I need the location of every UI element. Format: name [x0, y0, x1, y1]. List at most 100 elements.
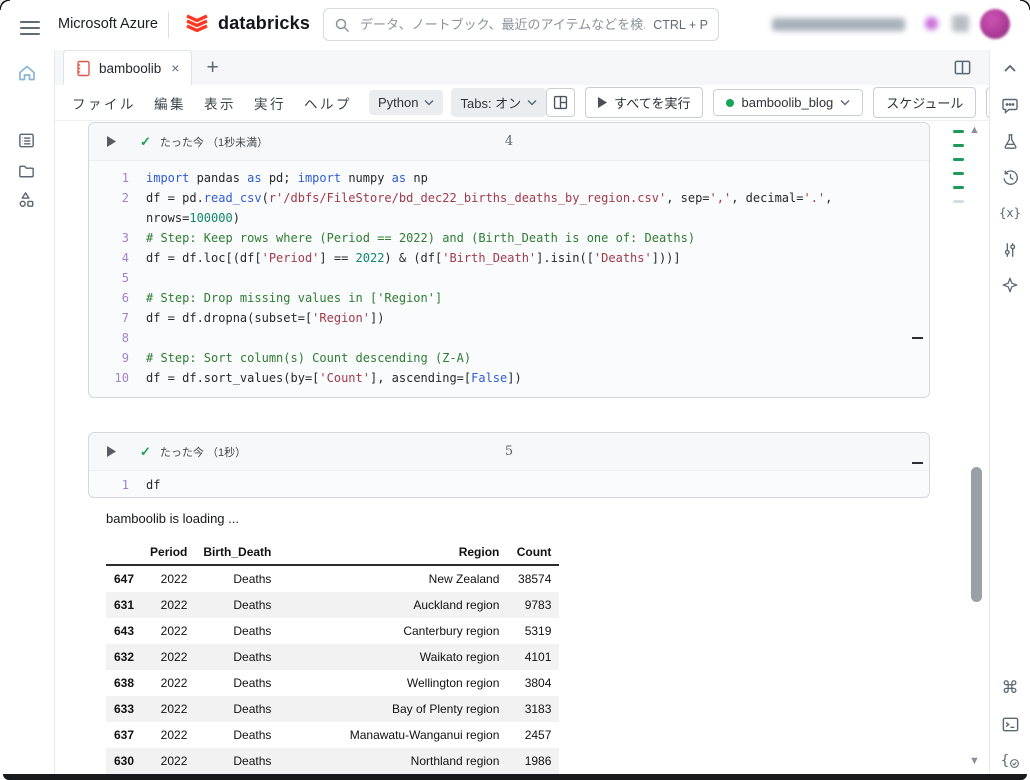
table-cell: 647: [106, 565, 142, 592]
table-cell: 632: [106, 644, 142, 670]
contents-list-icon[interactable]: [17, 131, 37, 151]
folder-icon[interactable]: [17, 162, 37, 182]
schedule-label: スケジュール: [886, 93, 963, 112]
table-cell: 2457: [507, 722, 559, 748]
menu-run[interactable]: 実行: [245, 88, 295, 118]
notebook-tab[interactable]: bamboolib ×: [63, 50, 192, 86]
collapse-chevron-icon[interactable]: [1000, 58, 1020, 78]
apps-icon-blurred[interactable]: [952, 15, 969, 32]
global-search[interactable]: CTRL + P: [323, 8, 719, 41]
table-cell: Deaths: [195, 670, 279, 696]
avatar[interactable]: [980, 9, 1010, 39]
run-all-label: すべてを実行: [614, 93, 690, 112]
code-line[interactable]: 1df: [89, 475, 929, 495]
comments-icon[interactable]: [1000, 96, 1020, 116]
line-number: [89, 208, 129, 228]
minimap-marker: [953, 130, 964, 133]
status-icon-blurred[interactable]: [925, 17, 938, 30]
bamboolib-loading-text: bamboolib is loading ...: [106, 511, 559, 526]
table-cell: Northland region: [279, 748, 507, 774]
catalog-icon[interactable]: [17, 190, 37, 210]
code-line[interactable]: 2df = pd.read_csv(r'/dbfs/FileStore/bd_d…: [89, 188, 929, 208]
databricks-logo[interactable]: databricks: [184, 10, 310, 36]
code-line[interactable]: nrows=100000): [89, 208, 929, 228]
version-history-icon[interactable]: [1000, 167, 1020, 187]
code-editor[interactable]: 1import pandas as pd; import numpy as np…: [89, 161, 929, 397]
new-tab-button[interactable]: +: [206, 57, 218, 78]
variables-icon[interactable]: {x}: [1000, 203, 1020, 223]
line-number: 3: [89, 228, 129, 248]
assistant-sparkle-icon[interactable]: [1000, 275, 1020, 295]
workspace-switcher-blurred[interactable]: [772, 18, 905, 31]
cluster-selector[interactable]: bamboolib_blog: [713, 89, 863, 116]
code-line[interactable]: 4df = df.loc[(df['Period'] == 2022) & (d…: [89, 248, 929, 268]
window-bottom-edge: [3, 774, 1027, 780]
code-line[interactable]: 7df = df.dropna(subset=['Region']): [89, 308, 929, 328]
tabs-toggle-label: Tabs: オン: [460, 93, 521, 112]
minimap-marker: [953, 186, 964, 189]
format-code-check-icon[interactable]: {: [1000, 751, 1020, 771]
language-label: Python: [378, 95, 418, 110]
schedule-button[interactable]: スケジュール: [873, 87, 976, 118]
table-row: 6312022DeathsAuckland region9783: [106, 592, 559, 618]
code-cell-2[interactable]: ✓ たった今 （1秒） 5 1df: [88, 432, 930, 498]
scrollbar-up-arrow[interactable]: ▲: [969, 124, 980, 136]
close-icon[interactable]: ×: [171, 60, 179, 76]
line-number: 5: [89, 268, 129, 288]
code-line[interactable]: 6# Step: Drop missing values in ['Region…: [89, 288, 929, 308]
table-cell: Waikato region: [279, 644, 507, 670]
code-cell-1[interactable]: ✓ たった今 （1秒未満） 4 1import pandas as pd; im…: [88, 122, 930, 398]
menu-edit[interactable]: 編集: [145, 88, 195, 118]
settings-sliders-icon[interactable]: [1000, 240, 1020, 260]
left-sidebar: [0, 50, 55, 780]
line-number: 10: [89, 368, 129, 388]
table-cell: Canterbury region: [279, 618, 507, 644]
table-row: 6382022DeathsWellington region3804: [106, 670, 559, 696]
language-selector[interactable]: Python: [369, 90, 443, 115]
home-icon[interactable]: [17, 63, 37, 83]
dashboard-view-button[interactable]: [546, 88, 575, 117]
code-line[interactable]: 8: [89, 328, 929, 348]
experiments-flask-icon[interactable]: [1000, 131, 1020, 151]
terminal-icon[interactable]: [1000, 714, 1020, 734]
cell-collapse-handle[interactable]: [912, 337, 923, 339]
cell-collapse-handle[interactable]: [912, 462, 923, 464]
table-cell: Deaths: [195, 696, 279, 722]
panel-toggle-icon[interactable]: [953, 58, 972, 77]
table-cell: 2022: [142, 644, 195, 670]
table-cell: 631: [106, 592, 142, 618]
right-sidebar: {x} ⌘ {: [989, 50, 1030, 780]
menu-help[interactable]: ヘルプ: [295, 88, 361, 118]
table-cell: Deaths: [195, 644, 279, 670]
column-header: [106, 540, 142, 565]
search-shortcut: CTRL + P: [653, 18, 708, 32]
table-cell: 9783: [507, 592, 559, 618]
tab-strip: bamboolib × +: [55, 50, 990, 86]
code-line[interactable]: 10df = df.sort_values(by=['Count'], asce…: [89, 368, 929, 388]
table-row: 6332022DeathsBay of Plenty region3183: [106, 696, 559, 722]
tabs-toggle[interactable]: Tabs: オン: [451, 88, 546, 117]
line-number: 1: [89, 168, 129, 188]
hamburger-menu-icon[interactable]: [20, 17, 40, 33]
run-all-button[interactable]: すべてを実行: [585, 87, 703, 118]
menu-file[interactable]: ファイル: [63, 88, 145, 118]
code-line[interactable]: 9# Step: Sort column(s) Count descending…: [89, 348, 929, 368]
code-line[interactable]: 5: [89, 268, 929, 288]
scrollbar-down-arrow[interactable]: ▼: [969, 755, 980, 767]
code-line[interactable]: 1import pandas as pd; import numpy as np: [89, 168, 929, 188]
code-editor[interactable]: 1df: [89, 471, 929, 499]
table-cell: 630: [106, 748, 142, 774]
line-number: 8: [89, 328, 129, 348]
table-cell: 2022: [142, 748, 195, 774]
scrollbar-thumb[interactable]: [971, 467, 982, 602]
code-line[interactable]: 3# Step: Keep rows where (Period == 2022…: [89, 228, 929, 248]
search-input[interactable]: [358, 16, 647, 33]
table-cell: Deaths: [195, 592, 279, 618]
play-icon: [598, 97, 607, 108]
keyboard-shortcuts-icon[interactable]: ⌘: [1000, 678, 1020, 698]
table-cell: New Zealand: [279, 565, 507, 592]
table-cell: Auckland region: [279, 592, 507, 618]
menu-view[interactable]: 表示: [195, 88, 245, 118]
line-number: 1: [89, 475, 129, 495]
cell-output: bamboolib is loading ... PeriodBirth_Dea…: [106, 511, 559, 774]
